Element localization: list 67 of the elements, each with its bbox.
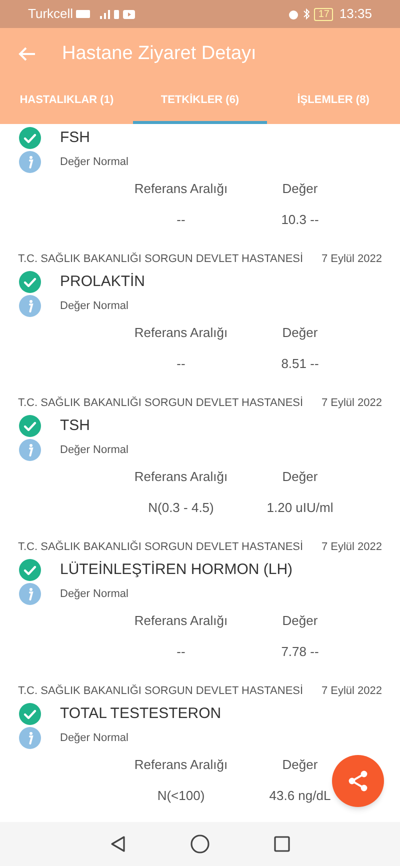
reference-range: -- [176, 355, 186, 374]
test-value: 10.3 -- [281, 211, 319, 230]
reference-range: -- [176, 643, 186, 662]
test-name: TSH [60, 416, 90, 436]
test-value: 8.51 -- [281, 355, 319, 374]
column-header: Değer [282, 612, 318, 630]
screen-title: Hastane Ziyaret Detayı [62, 42, 256, 66]
info-icon [19, 439, 41, 461]
tab[interactable]: TETKİKLER (6) [133, 80, 267, 124]
video-icon [123, 10, 136, 18]
check-icon [19, 559, 41, 581]
check-icon [19, 127, 41, 149]
status-text: Değer Normal [60, 298, 128, 314]
circle-icon [190, 834, 210, 854]
column-header: Referans Aralığı [134, 612, 228, 630]
square-icon [273, 835, 291, 853]
status-text: Değer Normal [60, 586, 128, 602]
tab[interactable]: HASTALIKLAR (1) [0, 80, 134, 124]
test-name: FSH [60, 128, 90, 148]
back-nav-button[interactable] [109, 835, 127, 853]
recents-nav-button[interactable] [273, 835, 291, 853]
column-header: Referans Aralığı [134, 180, 228, 198]
test-name: LÜTEİNLEŞTİREN HORMON (LH) [60, 560, 293, 580]
test-value: 43.6 ng/dL [269, 787, 331, 806]
hospital-name: T.C. SAĞLIK BAKANLIĞI SORGUN DEVLET HASTANESİ [18, 684, 304, 699]
test-date: 7 Eylül 2022 [321, 252, 382, 267]
share-icon [347, 770, 369, 792]
carrier-name: Turkcell [28, 5, 74, 24]
column-header: Değer [282, 468, 318, 486]
hospital-name: T.C. SAĞLIK BAKANLIĞI SORGUN DEVLET HASTANESİ [18, 252, 304, 267]
battery-level: 17 [314, 8, 334, 20]
check-icon [19, 703, 41, 725]
column-header: Değer [282, 756, 318, 774]
check-icon [19, 415, 41, 437]
test-name: TOTAL TESTESTERON [60, 704, 222, 724]
status-text: Değer Normal [60, 730, 128, 746]
status-text: Değer Normal [60, 154, 128, 170]
info-icon [19, 295, 41, 317]
reference-range: N(<100) [157, 787, 205, 806]
test-date: 7 Eylül 2022 [321, 396, 382, 411]
info-icon [19, 727, 41, 749]
column-header: Değer [282, 324, 318, 342]
info-icon [19, 583, 41, 605]
column-header: Referans Aralığı [134, 756, 228, 774]
test-value: 1.20 uIU/ml [266, 499, 334, 518]
hospital-name: T.C. SAĞLIK BAKANLIĞI SORGUN DEVLET HASTANESİ [18, 396, 304, 411]
test-date: 7 Eylül 2022 [321, 540, 382, 555]
signal-icon [76, 8, 120, 20]
column-header: Referans Aralığı [134, 324, 228, 342]
tab[interactable]: İŞLEMLER (8) [266, 80, 400, 124]
reference-range: N(0.3 - 4.5) [148, 499, 214, 518]
test-name: PROLAKTİN [60, 272, 146, 292]
bluetooth-icon [303, 8, 310, 20]
check-icon [19, 271, 41, 293]
test-value: 7.78 -- [281, 643, 319, 662]
column-header: Referans Aralığı [134, 468, 228, 486]
reference-range: -- [176, 211, 186, 230]
hospital-name: T.C. SAĞLIK BAKANLIĞI SORGUN DEVLET HASTANESİ [18, 540, 304, 555]
clock: 13:35 [339, 5, 372, 24]
info-icon [19, 151, 41, 173]
test-date: 7 Eylül 2022 [321, 684, 382, 699]
home-nav-button[interactable] [190, 834, 210, 854]
share-button[interactable] [332, 755, 384, 807]
status-text: Değer Normal [60, 442, 128, 458]
triangle-icon [109, 835, 127, 853]
column-header: Değer [282, 180, 318, 198]
back-arrow-icon [18, 46, 36, 62]
